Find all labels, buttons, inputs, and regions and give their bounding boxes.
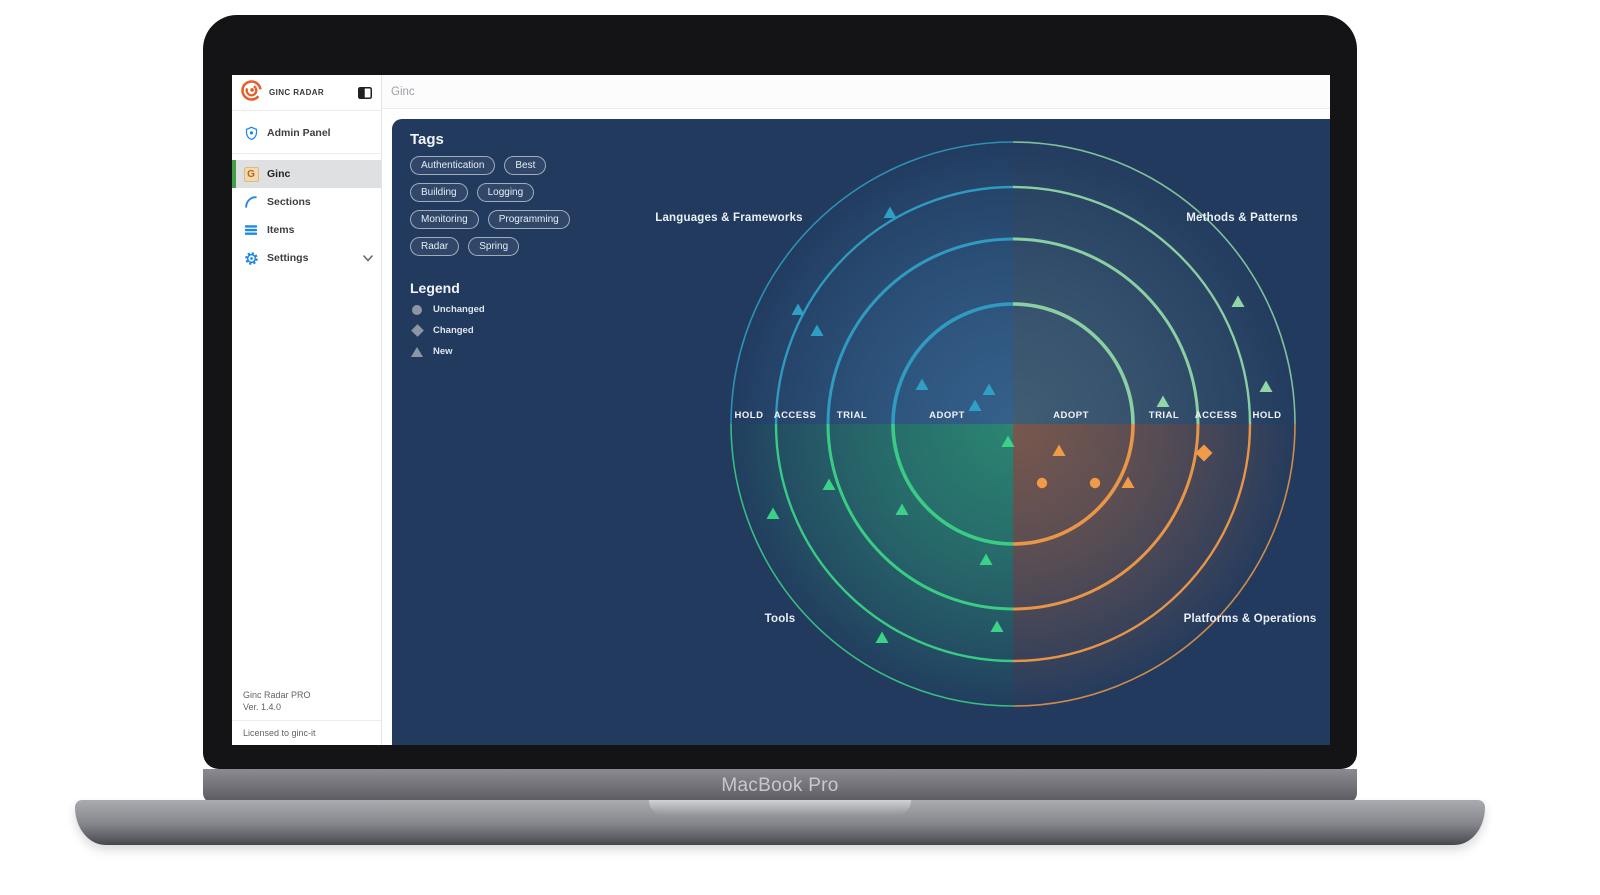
- sidebar-item-label: Sections: [267, 196, 373, 208]
- table-icon: [243, 223, 259, 237]
- quadrant-label: Platforms & Operations: [1184, 613, 1317, 625]
- tag-pill[interactable]: Monitoring: [410, 210, 479, 229]
- ring-label: HOLD: [735, 410, 764, 421]
- product-name: Ginc Radar PRO: [232, 689, 381, 701]
- tag-pill[interactable]: Best: [504, 156, 546, 175]
- sidebar-item-settings[interactable]: Settings: [232, 244, 381, 272]
- legend-item: Changed: [410, 325, 590, 336]
- sidebar-item-label: Admin Panel: [267, 127, 373, 139]
- sidebar-item-ginc[interactable]: G Ginc: [232, 160, 381, 188]
- legend-item: New: [410, 346, 590, 357]
- app-screen: GINC RADAR Admin Panel G Ginc Sections Item…: [232, 75, 1330, 745]
- content-header: Ginc: [382, 75, 1330, 109]
- sidebar-toggle-icon[interactable]: [358, 87, 372, 99]
- legend-circle-icon: [410, 305, 424, 315]
- sidebar-header: GINC RADAR: [232, 75, 381, 111]
- tags-title: Tags: [410, 131, 590, 148]
- version-label: Ver. 1.4.0: [232, 701, 381, 713]
- admin-shield-icon: [243, 126, 259, 141]
- ring-label: ADOPT: [929, 410, 965, 421]
- legend-title: Legend: [410, 280, 590, 296]
- sidebar-item-label: Ginc: [267, 168, 373, 180]
- chevron-down-icon: [363, 255, 373, 262]
- quadrant-sector: [731, 424, 1013, 706]
- legend-diamond-icon: [410, 326, 424, 335]
- divider: [232, 153, 381, 154]
- tag-list: Authentication Best Building Logging Monitor…: [410, 156, 588, 256]
- radar-blip-circle[interactable]: [1090, 478, 1100, 488]
- ring-label: ADOPT: [1053, 410, 1089, 421]
- sidebar-footer: Ginc Radar PRO Ver. 1.4.0 Licensed to gi…: [232, 689, 381, 745]
- ring-label: HOLD: [1253, 410, 1282, 421]
- tag-pill[interactable]: Building: [410, 183, 468, 202]
- g-avatar-icon: G: [243, 167, 259, 182]
- tag-pill[interactable]: Authentication: [410, 156, 495, 175]
- quadrant-label: Tools: [765, 613, 796, 625]
- device-label: MacBook Pro: [721, 775, 838, 796]
- legend-item-label: Changed: [433, 325, 474, 336]
- legend-item-label: Unchanged: [433, 304, 485, 315]
- legend-item: Unchanged: [410, 304, 590, 315]
- radar-card: HOLD ACCESS TRIAL ADOPT ADOPT TRIAL ACCESS HOLD…: [392, 119, 1330, 745]
- sidebar-nav: G Ginc Sections Items Settings: [232, 160, 381, 272]
- radar-side-panels: Tags Authentication Best Building Logging Mo…: [410, 131, 590, 367]
- ring-label: ACCESS: [774, 410, 817, 421]
- ring-label: ACCESS: [1195, 410, 1238, 421]
- breadcrumb: Ginc: [382, 86, 415, 98]
- divider: [232, 720, 381, 721]
- quadrant-sector: [1013, 142, 1295, 424]
- laptop-notch: [649, 800, 911, 815]
- tag-pill[interactable]: Logging: [477, 183, 535, 202]
- sidebar-item-sections[interactable]: Sections: [232, 188, 381, 216]
- sidebar-nav-top: Admin Panel: [232, 119, 381, 147]
- gear-icon: [243, 251, 259, 266]
- quadrant-sector: [1013, 424, 1295, 706]
- tag-pill[interactable]: Programming: [488, 210, 570, 229]
- tag-pill[interactable]: Radar: [410, 237, 459, 256]
- ring-label: TRIAL: [1149, 410, 1179, 421]
- quadrant-label: Methods & Patterns: [1186, 212, 1298, 224]
- content-area: HOLD ACCESS TRIAL ADOPT ADOPT TRIAL ACCESS HOLD…: [382, 109, 1330, 745]
- laptop-hinge: MacBook Pro: [203, 769, 1357, 803]
- sidebar: GINC RADAR Admin Panel G Ginc Sections Item…: [232, 75, 382, 745]
- sidebar-item-admin-panel[interactable]: Admin Panel: [232, 119, 381, 147]
- arc-icon: [243, 195, 259, 209]
- legend: Legend Unchanged Changed New: [410, 280, 590, 357]
- quadrant-label: Languages & Frameworks: [655, 212, 803, 224]
- ring-label: TRIAL: [837, 410, 867, 421]
- tag-pill[interactable]: Spring: [468, 237, 519, 256]
- radar-blip-circle[interactable]: [1037, 478, 1047, 488]
- page: MacBook Pro GINC RADAR: [0, 0, 1600, 895]
- ginc-radar-logo-icon: [240, 79, 263, 107]
- sidebar-item-label: Items: [267, 224, 373, 236]
- brand-title: GINC RADAR: [269, 88, 358, 97]
- sidebar-item-label: Settings: [267, 252, 363, 264]
- quadrant-sector: [731, 142, 1013, 424]
- legend-item-label: New: [433, 346, 453, 357]
- legend-triangle-icon: [410, 347, 424, 357]
- license-label: Licensed to ginc-it: [232, 727, 381, 745]
- sidebar-item-items[interactable]: Items: [232, 216, 381, 244]
